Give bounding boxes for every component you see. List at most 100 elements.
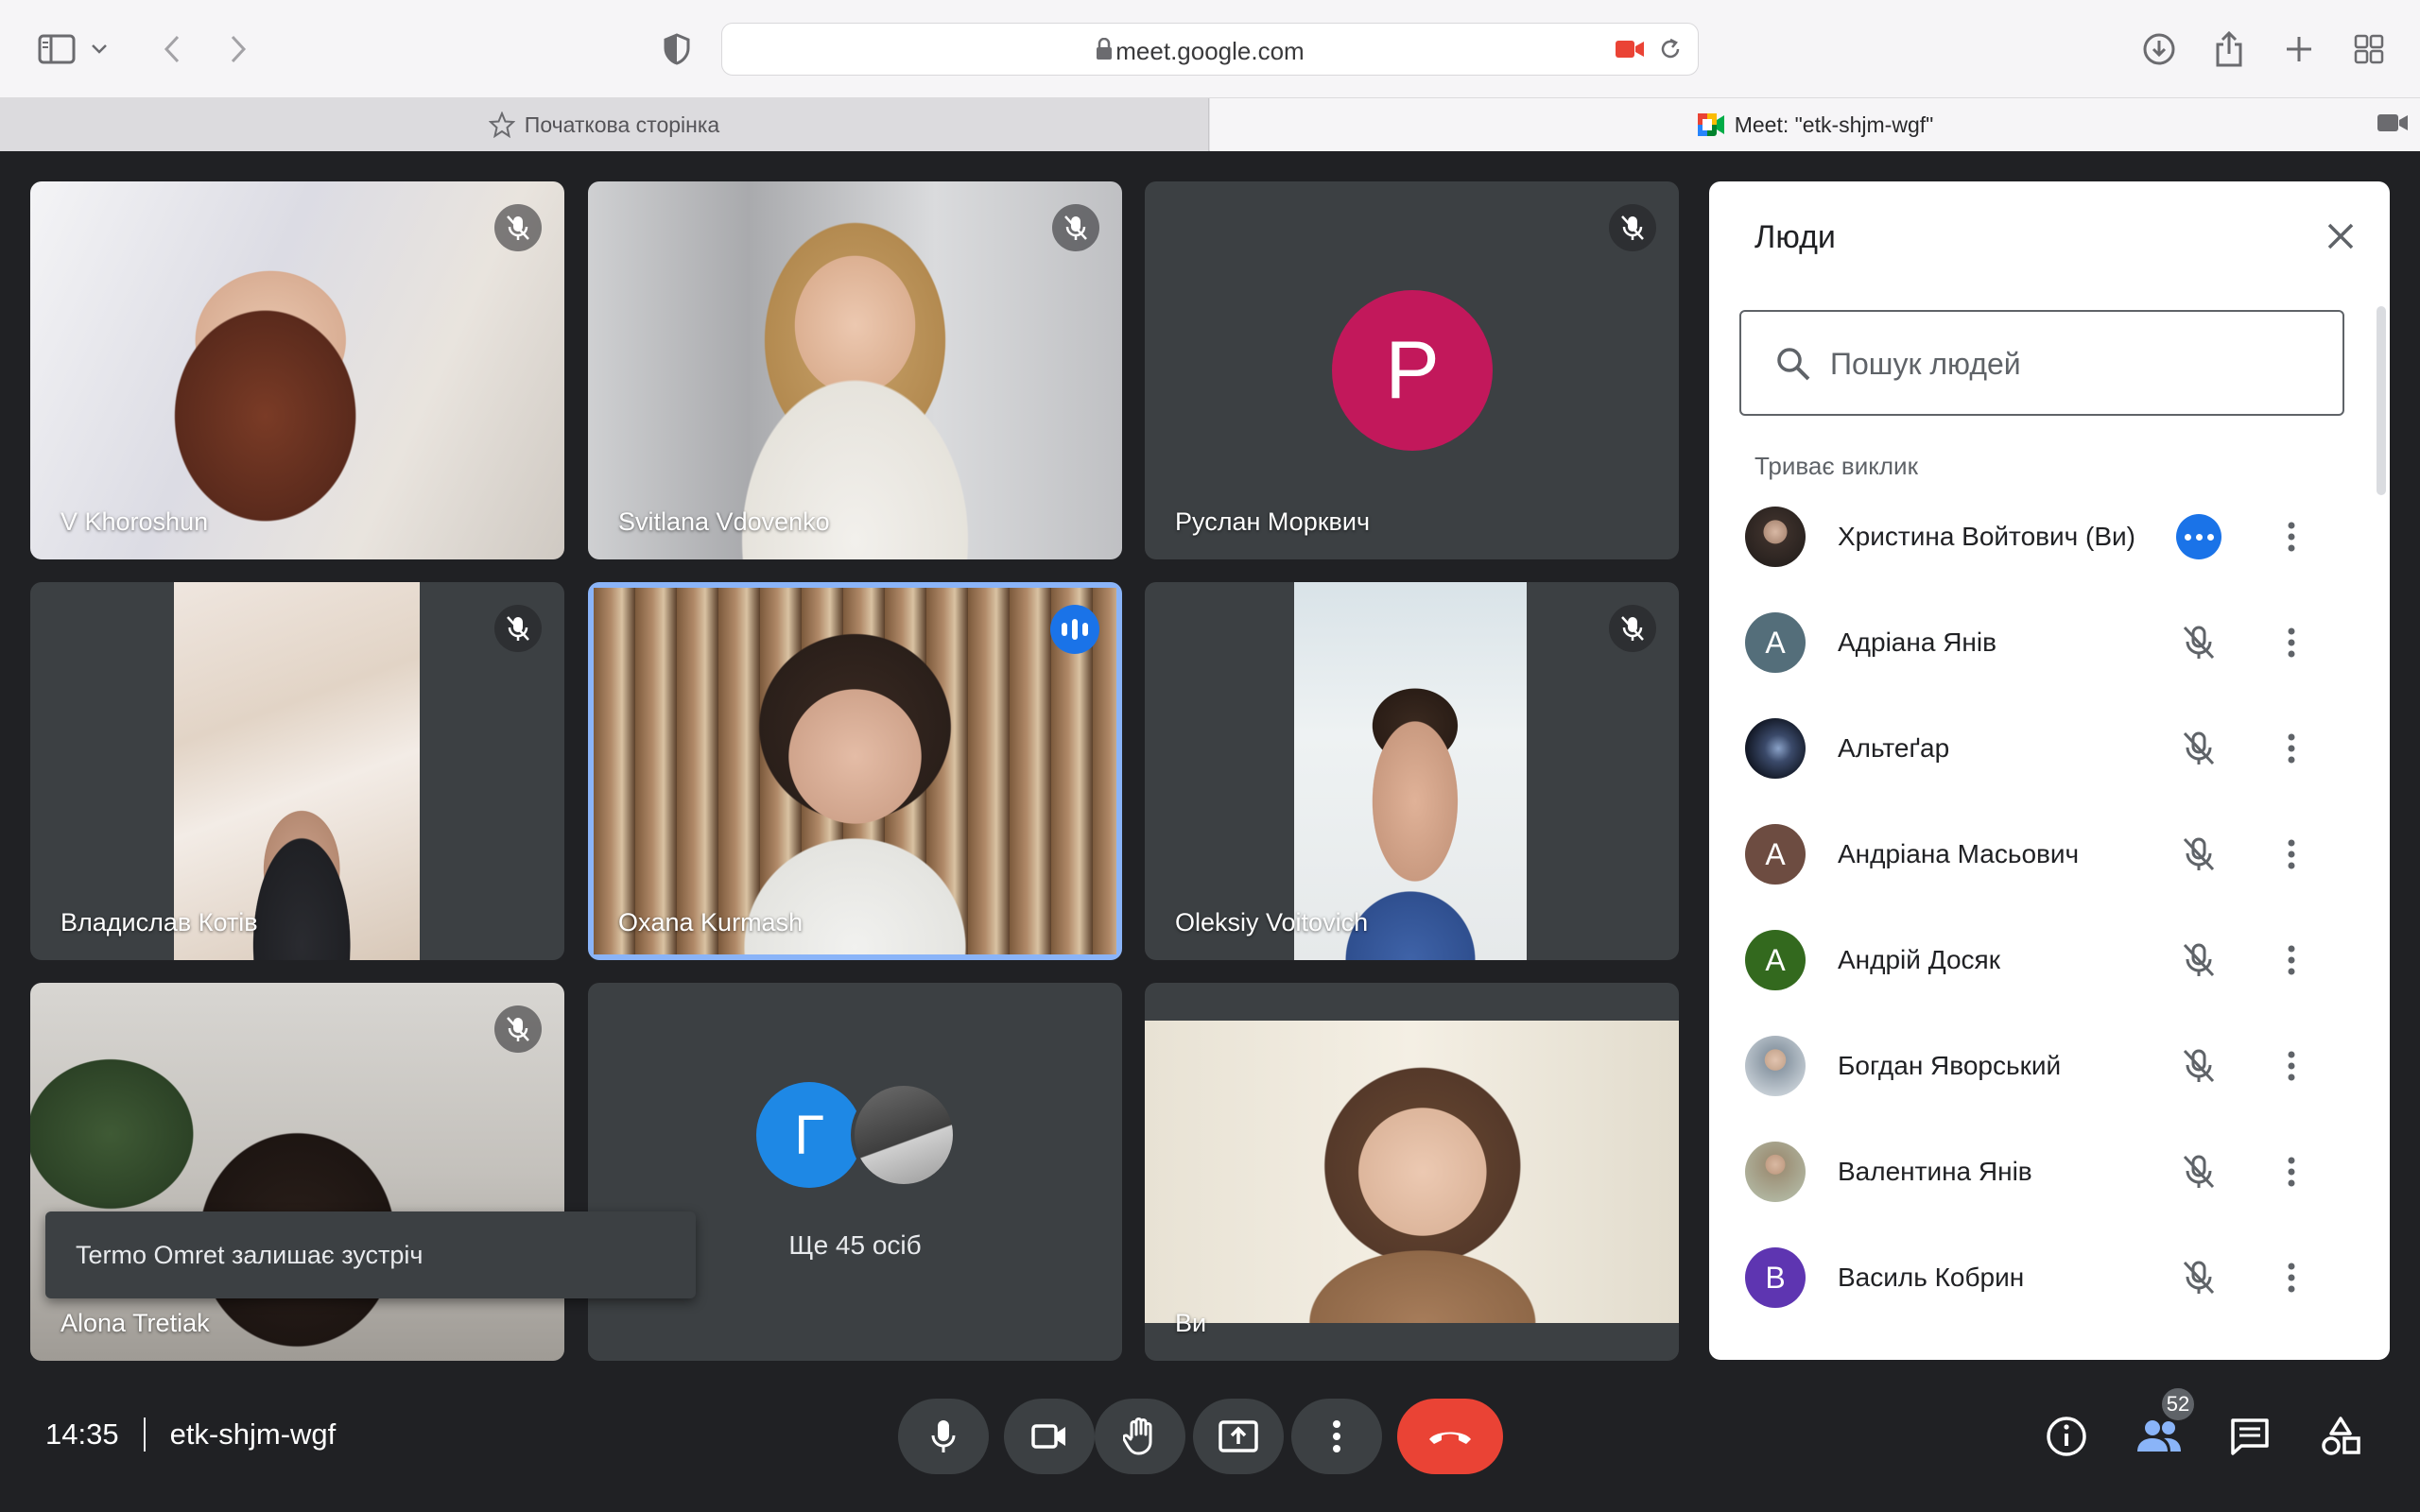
more-vert-icon[interactable] — [2267, 618, 2316, 667]
more-vert-icon[interactable] — [2267, 512, 2316, 561]
close-icon[interactable] — [2314, 210, 2367, 263]
activities-button[interactable] — [2312, 1408, 2369, 1465]
mic-off-icon[interactable] — [2174, 936, 2223, 985]
person-name: Василь Кобрин — [1838, 1263, 2025, 1292]
person-row[interactable]: Валентина Янів — [1709, 1119, 2371, 1225]
participant-name: V Khoroshun — [60, 507, 209, 536]
video-feed — [174, 582, 420, 960]
person-row[interactable]: A Андріана Масьович — [1709, 801, 2371, 907]
more-vert-icon — [1333, 1420, 1340, 1452]
more-vert-icon[interactable] — [2267, 936, 2316, 985]
participant-tile[interactable]: Владислав Котів — [30, 582, 564, 960]
participant-tile[interactable]: V Khoroshun — [30, 181, 564, 559]
raise-hand-button[interactable] — [1095, 1399, 1185, 1474]
share-icon[interactable] — [2206, 26, 2252, 72]
person-avatar: A — [1745, 930, 1806, 990]
chat-button[interactable] — [2221, 1408, 2278, 1465]
participant-tile[interactable]: P Руслан Морквич — [1145, 181, 1679, 559]
leave-call-button[interactable] — [1397, 1399, 1503, 1474]
mic-off-icon[interactable] — [2174, 1147, 2223, 1196]
mic-off-icon[interactable] — [2174, 1253, 2223, 1302]
tab-camera-icon — [2377, 112, 2409, 140]
more-vert-icon[interactable] — [2267, 830, 2316, 879]
person-row[interactable]: B Василь Кобрин — [1709, 1225, 2371, 1331]
camera-icon — [1031, 1424, 1065, 1449]
meeting-controls-bar: 14:35 etk-shjm-wgf 52 — [0, 1376, 2420, 1512]
person-name: Богдан Яворський — [1838, 1051, 2062, 1080]
person-avatar: A — [1745, 824, 1806, 885]
person-avatar — [1745, 718, 1806, 779]
mic-off-icon — [494, 204, 542, 251]
search-icon — [1775, 346, 1811, 387]
tab-meet[interactable]: Meet: "etk-shjm-wgf" — [1210, 98, 2420, 151]
tab-overview-icon[interactable] — [2346, 26, 2392, 72]
participant-name: Владислав Котів — [60, 908, 258, 936]
participant-tile[interactable]: Alona Tretiak — [30, 983, 564, 1361]
mic-off-icon — [1609, 204, 1656, 251]
person-name: Андріана Масьович — [1838, 839, 2080, 868]
present-screen-button[interactable] — [1193, 1399, 1284, 1474]
people-search[interactable] — [1739, 310, 2344, 416]
divider — [143, 1418, 146, 1452]
more-vert-icon[interactable] — [2267, 724, 2316, 773]
forward-icon[interactable] — [216, 26, 261, 72]
more-vert-icon[interactable] — [2267, 1041, 2316, 1091]
participant-avatar: P — [1332, 290, 1493, 451]
video-feed — [1294, 582, 1527, 960]
participant-avatar: Г — [756, 1082, 862, 1188]
mic-off-icon — [494, 605, 542, 652]
more-participants-tile[interactable]: Г Ще 45 осіб — [588, 983, 1122, 1361]
participant-tile[interactable]: Svitlana Vdovenko — [588, 181, 1122, 559]
end-call-icon — [1429, 1432, 1471, 1444]
search-input[interactable] — [1830, 338, 2303, 389]
mic-off-icon — [494, 1005, 542, 1053]
video-feed — [30, 983, 564, 1361]
info-icon — [2047, 1417, 2086, 1456]
people-panel: Люди Триває виклик Христина Войтович (Ви… — [1709, 181, 2390, 1360]
camera-in-use-icon[interactable] — [1615, 39, 1645, 64]
section-in-call: Триває виклик — [1754, 452, 1918, 480]
more-vert-icon[interactable] — [2267, 1253, 2316, 1302]
mic-off-icon[interactable] — [2174, 618, 2223, 667]
star-icon — [488, 112, 515, 138]
more-participants-avatars: Г — [756, 1082, 964, 1191]
more-options-button[interactable] — [1291, 1399, 1382, 1474]
video-feed — [594, 588, 1116, 954]
participant-name: Svitlana Vdovenko — [618, 507, 830, 536]
new-tab-icon[interactable] — [2276, 26, 2322, 72]
microphone-button[interactable] — [898, 1399, 989, 1474]
mic-off-icon — [1609, 605, 1656, 652]
privacy-shield-icon[interactable] — [654, 26, 700, 72]
person-row[interactable]: Богдан Яворський — [1709, 1013, 2371, 1119]
mic-off-icon[interactable] — [2174, 1041, 2223, 1091]
tab-start-page[interactable]: Початкова сторінка — [0, 98, 1209, 151]
tab-label: Meet: "etk-shjm-wgf" — [1734, 112, 1934, 137]
person-row[interactable]: Христина Войтович (Ви) — [1709, 484, 2371, 590]
microphone-icon — [931, 1420, 956, 1452]
person-row[interactable]: A Адріана Янів — [1709, 590, 2371, 696]
more-vert-icon[interactable] — [2267, 1147, 2316, 1196]
panel-title: Люди — [1754, 219, 1836, 255]
mic-off-icon[interactable] — [2174, 724, 2223, 773]
video-feed — [1145, 1021, 1679, 1323]
meeting-details-button[interactable] — [2038, 1408, 2095, 1465]
person-row[interactable]: A Андрій Досяк — [1709, 907, 2371, 1013]
person-avatar — [1745, 1036, 1806, 1096]
panel-scrollbar[interactable] — [2377, 306, 2386, 495]
person-options-active-icon[interactable] — [2176, 514, 2221, 559]
downloads-icon[interactable] — [2136, 26, 2182, 72]
participant-tile-speaking[interactable]: Oxana Kurmash — [588, 582, 1122, 960]
back-icon[interactable] — [149, 26, 195, 72]
participant-name: Oleksiy Voitovich — [1175, 908, 1369, 936]
self-tile[interactable]: Ви — [1145, 983, 1679, 1361]
person-row[interactable]: Альтеґар — [1709, 696, 2371, 801]
camera-button[interactable] — [1004, 1399, 1095, 1474]
participant-tile[interactable]: Oleksiy Voitovich — [1145, 582, 1679, 960]
mic-off-icon[interactable] — [2174, 830, 2223, 879]
address-bar[interactable]: meet.google.com — [721, 23, 1699, 76]
chevron-down-icon[interactable] — [85, 26, 113, 72]
person-avatar: B — [1745, 1247, 1806, 1308]
reload-icon[interactable] — [1658, 37, 1683, 66]
participants-count-badge: 52 — [2159, 1385, 2197, 1423]
sidebar-toggle-icon[interactable] — [34, 26, 79, 72]
